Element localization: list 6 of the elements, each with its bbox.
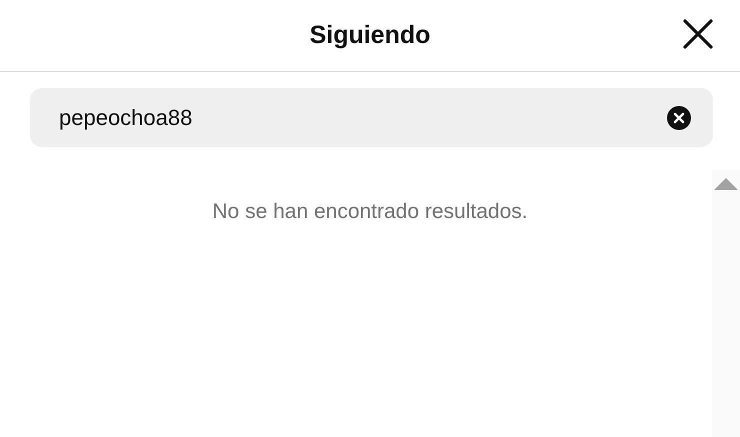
clear-icon[interactable] [667,106,691,130]
dialog-title: Siguiendo [310,21,430,50]
empty-message: No se han encontrado resultados. [211,200,529,225]
search-field[interactable]: pepeochoa88 [30,88,713,147]
scrollbar[interactable] [712,170,740,437]
close-icon[interactable] [682,18,714,50]
